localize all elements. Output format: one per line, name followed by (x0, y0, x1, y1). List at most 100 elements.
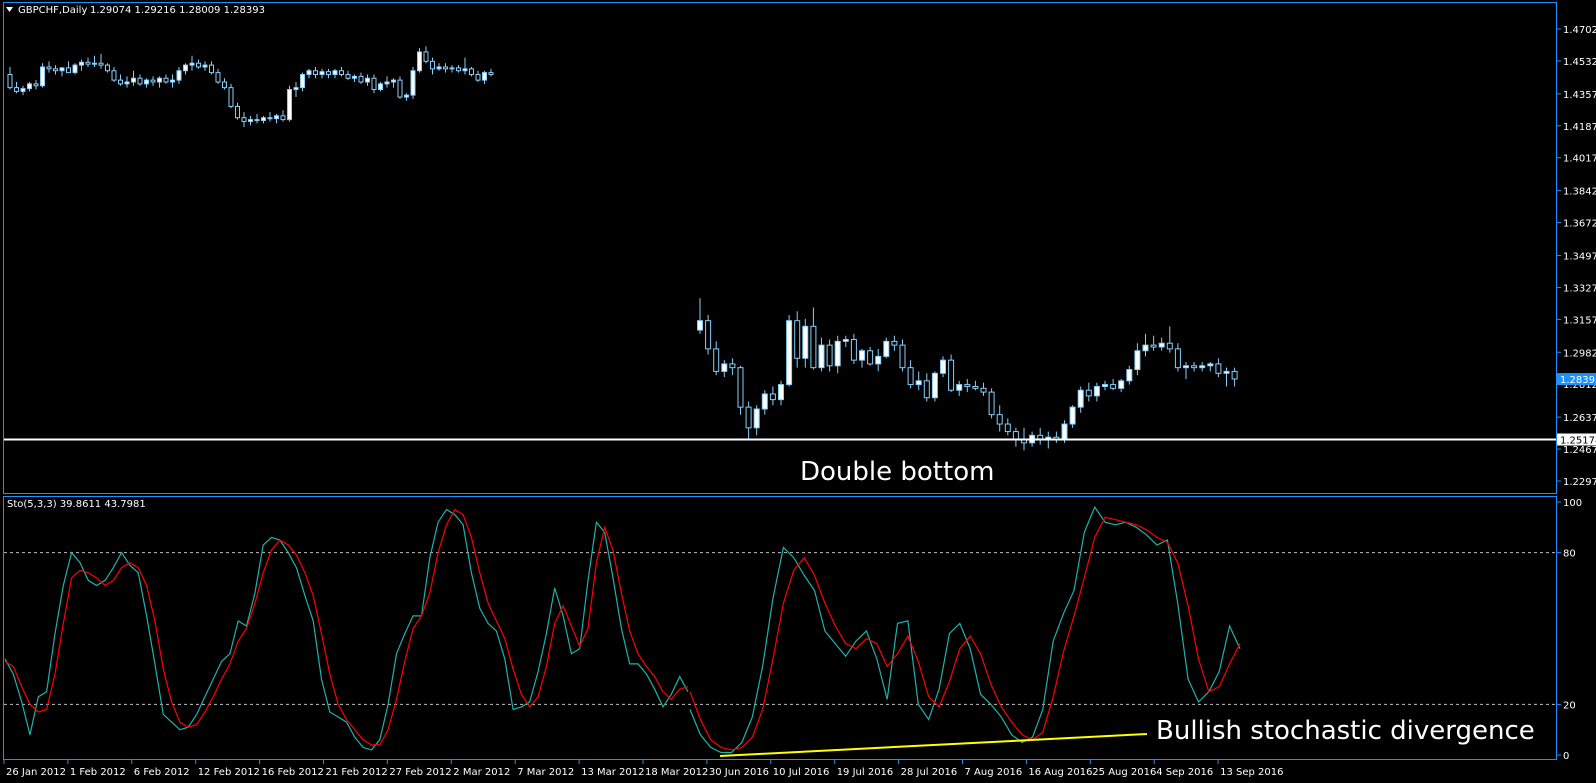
bear-candle (228, 87, 234, 107)
bull-candle (1223, 370, 1230, 374)
bear-candle (705, 320, 712, 350)
bull-candle (261, 117, 266, 122)
bear-candle (66, 67, 71, 74)
bear-candle (371, 77, 377, 91)
bear-candle (111, 70, 117, 81)
bull-candle (834, 340, 841, 367)
bear-candle (241, 117, 247, 122)
bull-candle (915, 380, 922, 386)
bear-candle (1085, 389, 1092, 397)
bull-candle (248, 119, 253, 122)
bull-candle (92, 62, 97, 65)
bear-candle (313, 70, 318, 75)
bear-candle (988, 391, 995, 416)
bear-candle (98, 62, 104, 66)
bull-candle (20, 88, 26, 92)
bear-candle (964, 384, 971, 387)
bear-candle (215, 72, 221, 83)
price-tick-label: 1.43570 (1563, 90, 1596, 101)
bull-candle (131, 77, 136, 83)
trading-chart[interactable]: 1.47020 1.45320 1.43570 1.41870 1.40170 1.384… (0, 0, 1596, 783)
bear-candle (810, 325, 817, 369)
bull-candle (72, 64, 78, 74)
bear-candle (358, 75, 364, 83)
bull-candle (778, 384, 784, 401)
price-tick-label: 1.38420 (1563, 187, 1596, 198)
bear-candle (397, 79, 403, 98)
bear-candle (1231, 370, 1238, 380)
price-tick-label: 1.31570 (1563, 315, 1596, 326)
bear-candle (469, 68, 474, 75)
bull-candle (875, 355, 882, 365)
bull-candle (1142, 344, 1149, 352)
bear-candle (85, 61, 91, 65)
time-tick-label: 19 Jul 2016 (837, 767, 894, 778)
price-tick-label: 1.34970 (1563, 251, 1596, 262)
time-tick-label: 1 Feb 2012 (70, 767, 126, 778)
bull-candle (1118, 380, 1125, 389)
time-tick-label: 26 Jan 2012 (6, 767, 66, 778)
time-tick-label: 30 Jun 2016 (709, 767, 769, 778)
bear-candle (488, 72, 494, 75)
bear-candle (33, 83, 39, 87)
bull-candle (1199, 365, 1206, 369)
bull-candle (183, 64, 188, 72)
bear-candle (209, 64, 214, 74)
bull-candle (449, 67, 455, 70)
bull-candle (378, 83, 383, 91)
bear-candle (891, 340, 898, 346)
bull-candle (931, 372, 938, 399)
bull-candle (189, 62, 195, 66)
bear-candle (163, 77, 169, 83)
bull-candle (287, 89, 292, 121)
time-tick-label: 16 Feb 2012 (262, 767, 324, 778)
bull-candle (300, 73, 305, 89)
time-tick-label: 10 Jul 2016 (773, 767, 830, 778)
bear-candle (137, 77, 143, 85)
bear-candle (899, 344, 906, 369)
bear-candle (1012, 431, 1019, 440)
bull-candle (144, 79, 149, 85)
bull-candle (59, 67, 65, 72)
stoch-tick-label: 0 (1563, 751, 1569, 762)
time-tick-label: 7 Mar 2012 (517, 767, 574, 778)
bull-candle (883, 340, 890, 357)
bear-candle (713, 348, 720, 372)
bull-candle (293, 87, 299, 91)
stoch-tick-label: 100 (1563, 498, 1582, 509)
bear-candle (729, 363, 736, 369)
time-tick-label: 12 Feb 2012 (198, 767, 260, 778)
time-tick-label: 16 Aug 2016 (1028, 767, 1092, 778)
bull-candle (27, 83, 32, 90)
bull-candle (436, 66, 442, 70)
bear-candle (1215, 363, 1222, 374)
bull-candle (1102, 384, 1108, 387)
time-tick-label: 28 Jul 2016 (901, 767, 958, 778)
bear-candle (850, 338, 857, 361)
divergence-annotation: Bullish stochastic divergence (1156, 716, 1535, 746)
bear-candle (222, 81, 227, 89)
bull-candle (1093, 385, 1100, 397)
bear-candle (972, 385, 979, 389)
bull-candle (79, 61, 84, 66)
bull-candle (1134, 350, 1141, 371)
bear-candle (53, 68, 58, 72)
time-tick-label: 25 Aug 2016 (1092, 767, 1156, 778)
price-tick-label: 1.26370 (1563, 413, 1596, 424)
bull-candle (482, 72, 487, 81)
time-tick-label: 27 Feb 2012 (389, 767, 451, 778)
bull-candle (1207, 363, 1214, 367)
bull-candle (170, 79, 175, 83)
bear-candle (1191, 365, 1198, 369)
bull-candle (157, 77, 162, 83)
bear-candle (923, 380, 930, 399)
bear-candle (14, 87, 19, 92)
bull-candle (1077, 389, 1084, 408)
symbol-label: GBPCHF,Daily (18, 5, 87, 16)
price-tick-label: 1.45320 (1563, 57, 1596, 68)
bull-candle (124, 81, 130, 85)
bull-candle (384, 81, 390, 85)
stoch-tick-label: 80 (1563, 549, 1576, 560)
support-price-label: 1.25178 (1560, 436, 1596, 447)
bull-candle (176, 70, 182, 81)
